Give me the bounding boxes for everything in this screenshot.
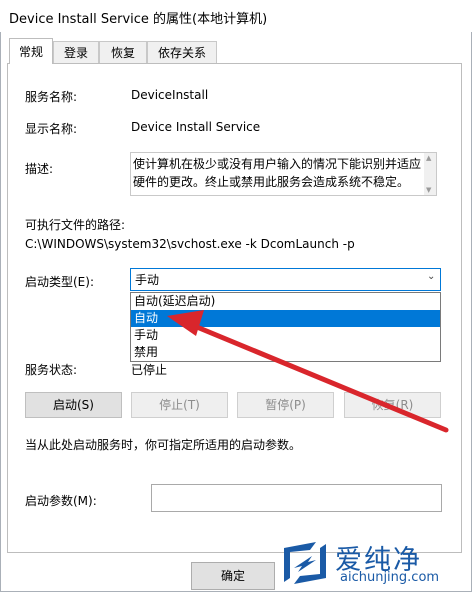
scroll-up-icon[interactable]: ▲ <box>426 154 431 162</box>
chevron-down-icon[interactable]: ⌄ <box>427 271 435 282</box>
title-bar: Device Install Service 的属性(本地计算机) <box>0 0 472 32</box>
tab-recovery[interactable]: 恢复 <box>99 41 147 63</box>
window-title: Device Install Service 的属性(本地计算机) <box>9 12 268 27</box>
description-textbox[interactable]: 使计算机在极少或没有用户输入的情况下能识别并适应硬件的更改。终止或禁用此服务会造… <box>130 152 437 196</box>
resume-button[interactable]: 恢复(R) <box>344 392 441 418</box>
tab-general-label: 常规 <box>18 45 43 59</box>
startup-params-input[interactable] <box>151 484 442 512</box>
option-disabled[interactable]: 禁用 <box>131 344 440 361</box>
startup-type-value: 手动 <box>135 273 160 287</box>
stop-button-label: 停止(T) <box>159 398 200 412</box>
ok-button-label: 确定 <box>220 569 245 583</box>
ok-button[interactable]: 确定 <box>191 562 275 590</box>
option-auto-delayed[interactable]: 自动(延迟启动) <box>131 293 440 310</box>
startup-type-select[interactable] <box>130 268 441 291</box>
stop-button[interactable]: 停止(T) <box>131 392 228 418</box>
tab-recovery-label: 恢复 <box>110 46 135 60</box>
exec-path-value: C:\WINDOWS\system32\svchost.exe -k DcomL… <box>25 237 355 251</box>
watermark-logo-icon <box>284 542 326 584</box>
watermark-url: aichunjing.com <box>340 570 440 585</box>
tab-dependencies[interactable]: 依存关系 <box>147 41 217 63</box>
service-status-label: 服务状态: <box>25 363 78 377</box>
option-manual[interactable]: 手动 <box>131 327 440 344</box>
start-button-label: 启动(S) <box>53 398 94 412</box>
tab-logon[interactable]: 登录 <box>53 41 99 63</box>
startup-type-label: 启动类型(E): <box>25 275 94 289</box>
startup-params-hint: 当从此处启动服务时，你可指定所适用的启动参数。 <box>25 438 302 452</box>
tab-general[interactable]: 常规 <box>9 38 53 64</box>
resume-button-label: 恢复(R) <box>371 398 414 412</box>
option-auto[interactable]: 自动 <box>131 310 440 327</box>
pause-button[interactable]: 暂停(P) <box>237 392 334 418</box>
tab-dependencies-label: 依存关系 <box>157 46 206 60</box>
display-name-value: Device Install Service <box>131 120 261 134</box>
tab-logon-label: 登录 <box>63 46 88 60</box>
startup-type-dropdown: 自动(延迟启动) 自动 手动 禁用 <box>130 292 441 362</box>
watermark: 爱纯净 aichunjing.com <box>270 534 472 592</box>
startup-params-label: 启动参数(M): <box>25 494 97 508</box>
service-status-value: 已停止 <box>131 363 168 377</box>
exec-path-label: 可执行文件的路径: <box>25 218 126 232</box>
description-text: 使计算机在极少或没有用户输入的情况下能识别并适应硬件的更改。终止或禁用此服务会造… <box>133 157 422 189</box>
scroll-down-icon[interactable]: ▼ <box>426 186 431 194</box>
start-button[interactable]: 启动(S) <box>25 392 122 418</box>
service-name-label: 服务名称: <box>25 90 78 104</box>
display-name-label: 显示名称: <box>25 122 78 136</box>
description-label: 描述: <box>25 162 54 176</box>
service-name-value: DeviceInstall <box>131 88 209 102</box>
pause-button-label: 暂停(P) <box>265 398 306 412</box>
